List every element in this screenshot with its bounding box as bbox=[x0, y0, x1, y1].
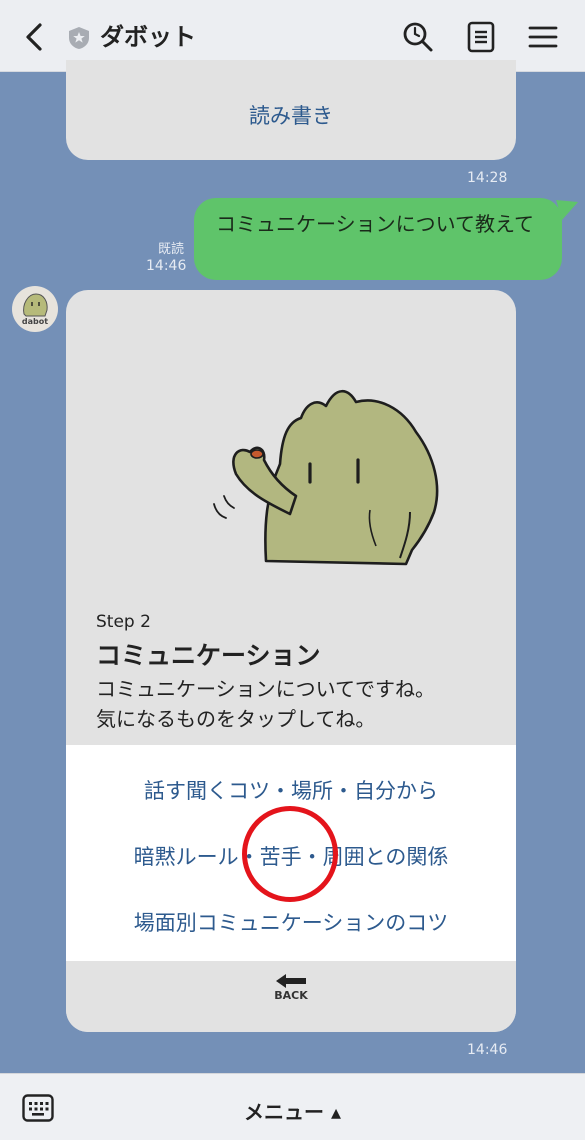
shield-icon bbox=[69, 27, 89, 49]
option-situational-tips[interactable]: 場面別コミュニケーションのコツ bbox=[66, 907, 516, 937]
back-arrow-icon bbox=[276, 974, 306, 988]
step-label: Step 2 bbox=[96, 612, 151, 632]
back-button[interactable]: BACK bbox=[66, 961, 516, 1032]
menu-icon[interactable] bbox=[526, 20, 560, 54]
dabot-avatar-icon bbox=[23, 293, 48, 317]
highlight-circle bbox=[242, 806, 338, 902]
menu-toggle[interactable]: メニュー ▴ bbox=[0, 1096, 585, 1125]
timestamp: 14:46 bbox=[467, 1042, 508, 1058]
bottom-bar: メニュー ▴ bbox=[0, 1073, 585, 1140]
read-receipt: 既読 bbox=[158, 242, 185, 257]
avatar-label: dabot bbox=[21, 317, 49, 326]
previous-card: 読み書き bbox=[66, 60, 516, 160]
card-title: コミュニケーション bbox=[96, 641, 321, 670]
description-line: 気になるものをタップしてね。 bbox=[96, 707, 376, 731]
timestamp: 14:28 bbox=[467, 170, 508, 186]
user-message-bubble: コミュニケーションについて教えて bbox=[194, 198, 562, 280]
avatar[interactable]: dabot bbox=[12, 286, 58, 332]
option-tips-talking-listening[interactable]: 話す聞くコツ・場所・自分から bbox=[66, 775, 516, 805]
note-icon[interactable] bbox=[464, 20, 498, 54]
card-description: コミュニケーションについてですね。 気になるものをタップしてね。 bbox=[96, 674, 506, 734]
back-arrow-icon[interactable] bbox=[20, 22, 48, 52]
bot-message-card: Step 2 コミュニケーション コミュニケーションについてですね。 気になるも… bbox=[66, 290, 516, 1032]
search-icon[interactable] bbox=[401, 20, 435, 54]
character-illustration bbox=[213, 389, 439, 566]
chat-title: ダボット bbox=[100, 23, 196, 51]
back-label: BACK bbox=[274, 989, 308, 1002]
timestamp: 14:46 bbox=[146, 258, 187, 274]
option-reading-writing[interactable]: 読み書き bbox=[66, 100, 516, 130]
description-line: コミュニケーションについてですね。 bbox=[96, 677, 435, 701]
